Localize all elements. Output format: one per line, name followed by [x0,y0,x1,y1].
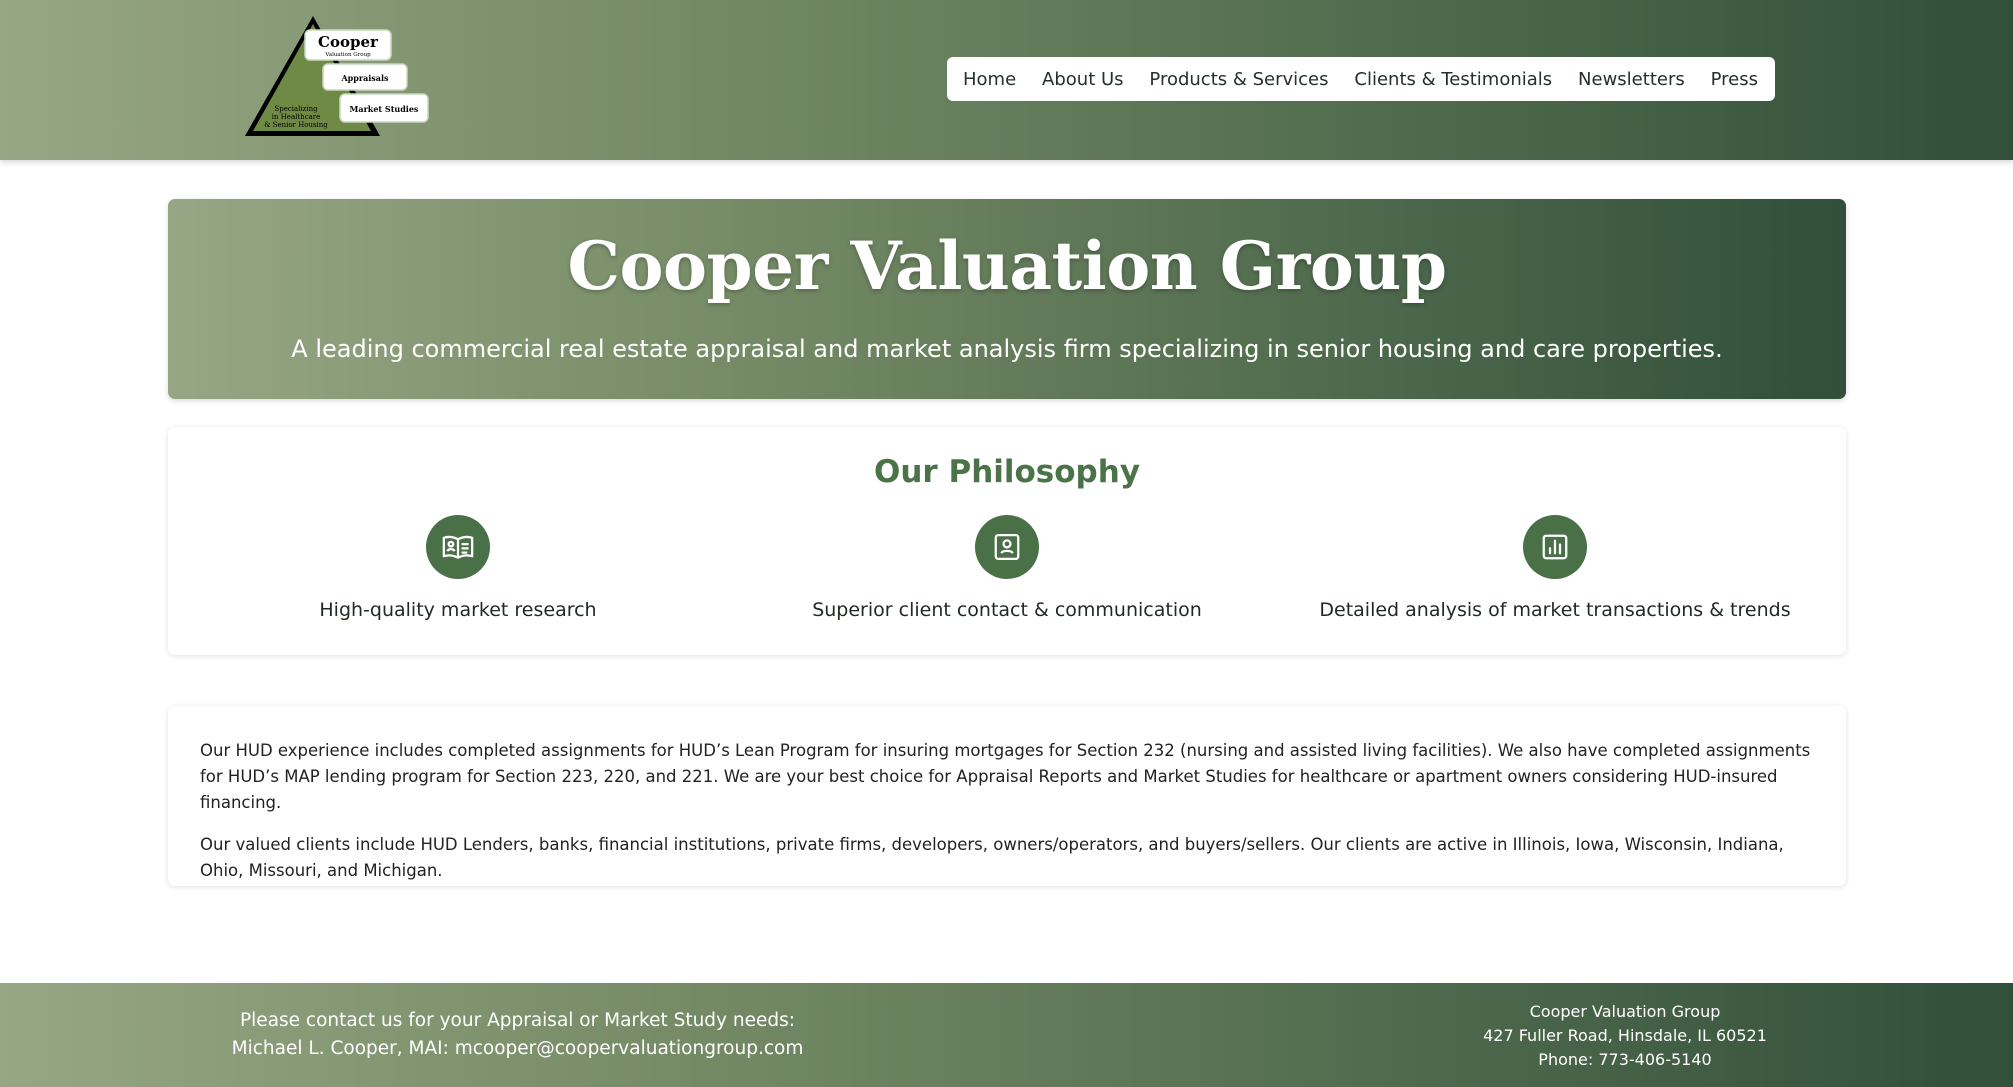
feature-label-research: High-quality market research [319,599,597,621]
clients-paragraph: Our valued clients include HUD Lenders, … [200,835,1784,880]
open-book-icon [426,515,490,579]
logo-tagline-3: & Senior Housing [264,121,328,129]
hero-subtitle: A leading commercial real estate apprais… [291,335,1723,363]
company-logo[interactable]: Cooper Valuation Group Appraisals Market… [245,14,430,139]
about-text-card: Our HUD experience includes completed as… [168,706,1846,886]
nav-newsletters[interactable]: Newsletters [1578,69,1685,90]
feature-market-analysis: Detailed analysis of market transactions… [1295,515,1815,621]
footer-company: Cooper Valuation Group [1529,1002,1721,1021]
logo-tab-market-studies: Market Studies [350,104,419,114]
feature-client-contact: Superior client contact & communication [747,515,1267,621]
site-footer: Please contact us for your Appraisal or … [0,983,2013,1087]
footer-address: Cooper Valuation Group 427 Fuller Road, … [1425,1000,1825,1072]
nav-home[interactable]: Home [963,69,1016,90]
contact-card-icon [975,515,1039,579]
nav-products-services[interactable]: Products & Services [1149,69,1328,90]
philosophy-title: Our Philosophy [873,454,1141,490]
logo-tab-appraisals: Appraisals [340,73,389,83]
hud-experience-paragraph: Our HUD experience includes completed as… [200,741,1811,812]
hero-banner: Cooper Valuation Group A leading commerc… [168,199,1846,399]
hero-title: Cooper Valuation Group [567,227,1447,305]
feature-label-contact: Superior client contact & communication [812,599,1202,621]
footer-phone[interactable]: Phone: 773-406-5140 [1425,1048,1825,1072]
footer-contact: Please contact us for your Appraisal or … [180,1007,855,1063]
nav-clients-testimonials[interactable]: Clients & Testimonials [1354,69,1552,90]
logo-tagline-1: Specializing [274,105,318,113]
philosophy-card: Our Philosophy High-quality market resea… [168,427,1846,655]
footer-contact-person[interactable]: Michael L. Cooper, MAI: mcooper@cooperva… [180,1035,855,1063]
footer-street: 427 Fuller Road, Hinsdale, IL 60521 [1483,1026,1767,1045]
bar-chart-icon [1523,515,1587,579]
main-nav: Home About Us Products & Services Client… [947,57,1775,101]
logo-tagline-2: in Healthcare [272,113,321,121]
footer-contact-line: Please contact us for your Appraisal or … [240,1010,795,1031]
logo-group: Valuation Group [324,52,371,58]
feature-label-analysis: Detailed analysis of market transactions… [1319,599,1791,621]
nav-about-us[interactable]: About Us [1042,69,1124,90]
feature-market-research: High-quality market research [198,515,718,621]
nav-press[interactable]: Press [1711,69,1758,90]
site-header: Cooper Valuation Group Appraisals Market… [0,0,2013,160]
logo-name: Cooper [318,33,379,51]
